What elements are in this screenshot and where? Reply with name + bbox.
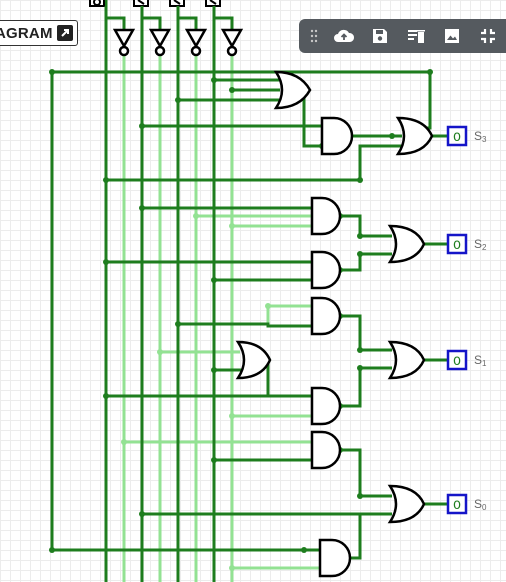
external-link-icon — [56, 25, 73, 41]
or-gate — [387, 484, 426, 524]
or-gate — [387, 340, 426, 380]
and-gates — [310, 116, 354, 578]
output-label-s0: S0 — [474, 497, 487, 512]
and-gate — [318, 538, 352, 578]
active-wires — [50, 0, 448, 582]
diagram-label: AGRAM — [0, 24, 53, 42]
and-gate — [310, 386, 342, 426]
and-gate — [310, 430, 342, 470]
inactive-junctions — [121, 213, 325, 571]
output-value: O — [453, 498, 461, 513]
or-gate — [387, 224, 426, 264]
inactive-wires — [122, 52, 320, 582]
output-label-s2: S2 — [474, 237, 487, 252]
or-gate — [395, 116, 434, 156]
or-gate — [235, 340, 272, 380]
not-gate — [220, 28, 244, 49]
output-label-s3: S3 — [474, 129, 487, 144]
not-gate — [148, 28, 172, 49]
not-gate — [184, 28, 208, 49]
input-switches[interactable] — [89, 0, 234, 30]
output-value: O — [453, 238, 461, 253]
output-label-s1: S1 — [474, 353, 487, 368]
output-probes: O O O O — [446, 125, 468, 515]
output-value: O — [453, 354, 461, 369]
output-value: O — [453, 130, 461, 145]
cloud-upload-icon[interactable] — [333, 25, 355, 47]
circuit-canvas[interactable]: O O O O — [0, 0, 506, 582]
open-diagram-badge[interactable]: AGRAM — [0, 20, 78, 46]
and-gate — [320, 116, 354, 156]
toolbar — [299, 19, 506, 53]
and-gate — [310, 196, 342, 236]
and-gate — [310, 296, 342, 336]
image-icon[interactable] — [441, 25, 463, 47]
drag-handle-icon[interactable] — [309, 25, 319, 47]
fullscreen-exit-icon[interactable] — [477, 25, 499, 47]
clear-icon[interactable] — [405, 25, 427, 47]
not-gate — [112, 28, 136, 49]
and-gate — [310, 250, 342, 290]
save-icon[interactable] — [369, 25, 391, 47]
